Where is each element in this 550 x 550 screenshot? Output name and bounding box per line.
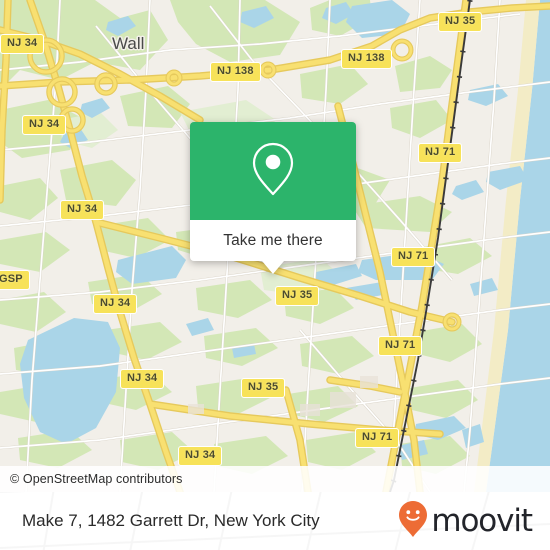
road-shield-gsp[interactable]: GSP (0, 270, 30, 290)
moovit-logo[interactable]: moovit (398, 500, 533, 543)
road-shield-nj35[interactable]: NJ 35 (275, 286, 320, 306)
road-shield-nj34[interactable]: NJ 34 (178, 446, 223, 466)
road-shield-nj34[interactable]: NJ 34 (120, 369, 165, 389)
popup-pointer (262, 261, 284, 274)
road-shield-nj34[interactable]: NJ 34 (0, 34, 45, 54)
moovit-pin-smile-icon (398, 500, 428, 543)
road-shield-nj34[interactable]: NJ 34 (22, 115, 67, 135)
road-shield-nj34[interactable]: NJ 34 (60, 200, 105, 220)
road-shield-nj34[interactable]: NJ 34 (93, 294, 138, 314)
map-canvas[interactable]: Wall NJ 34 NJ 138 NJ 138 NJ 35 NJ 34 NJ … (0, 0, 550, 492)
location-popup[interactable]: Take me there (190, 122, 356, 274)
footer-bar: Make 7, 1482 Garrett Dr, New York City m… (0, 492, 550, 550)
address-title: Make 7, 1482 Garrett Dr, New York City (22, 511, 320, 530)
place-label-wall: Wall (112, 34, 145, 53)
road-shield-nj35[interactable]: NJ 35 (241, 378, 286, 398)
take-me-there-button[interactable]: Take me there (223, 232, 323, 250)
map-attribution[interactable]: © OpenStreetMap contributors (0, 466, 550, 492)
road-shield-nj71[interactable]: NJ 71 (418, 143, 463, 163)
road-shield-nj71[interactable]: NJ 71 (391, 247, 436, 267)
road-shield-nj138[interactable]: NJ 138 (210, 62, 261, 82)
road-shield-nj138[interactable]: NJ 138 (341, 49, 392, 69)
map-pin-icon (250, 140, 296, 203)
road-shield-nj71[interactable]: NJ 71 (378, 336, 423, 356)
popup-footer[interactable]: Take me there (190, 220, 356, 274)
attribution-text: © OpenStreetMap contributors (10, 472, 183, 486)
moovit-map-card: Wall NJ 34 NJ 138 NJ 138 NJ 35 NJ 34 NJ … (0, 0, 550, 550)
road-shield-nj35[interactable]: NJ 35 (438, 12, 483, 32)
road-shield-nj71[interactable]: NJ 71 (355, 428, 400, 448)
popup-header (190, 122, 356, 220)
moovit-wordmark: moovit (431, 502, 533, 539)
